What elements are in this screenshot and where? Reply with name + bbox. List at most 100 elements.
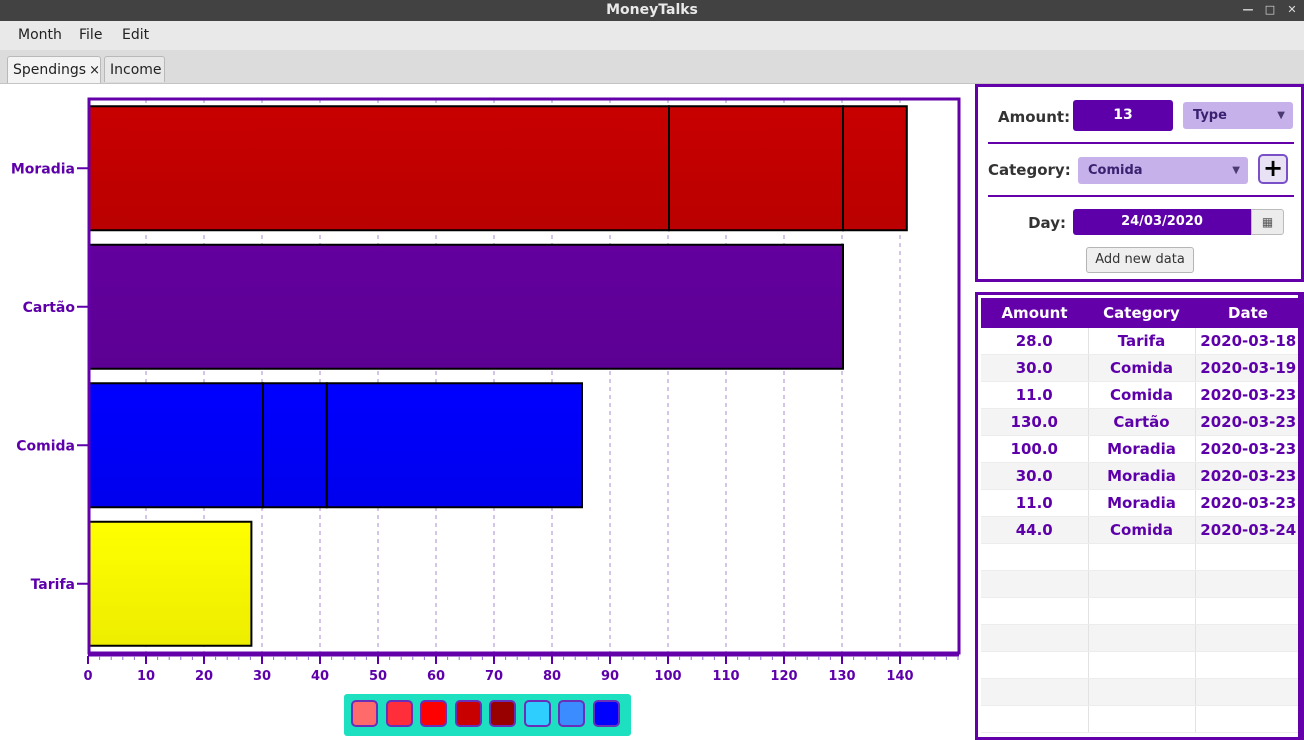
bar-segment[interactable] bbox=[325, 382, 583, 509]
day-input[interactable]: 24/03/2020 bbox=[1073, 209, 1251, 235]
cell-empty bbox=[1195, 651, 1301, 679]
cell-category: Cartão bbox=[1088, 408, 1196, 436]
bar-segment[interactable] bbox=[668, 105, 844, 232]
table-row[interactable]: 100.0 Moradia 2020-03-23 bbox=[981, 435, 1301, 463]
column-header-category[interactable]: Category bbox=[1088, 298, 1195, 328]
table-scrollbar[interactable] bbox=[1298, 295, 1301, 737]
column-header-date[interactable]: Date bbox=[1195, 298, 1301, 328]
maximize-icon[interactable]: □ bbox=[1260, 0, 1280, 21]
table-row[interactable]: 30.0 Comida 2020-03-19 bbox=[981, 354, 1301, 382]
cell-empty bbox=[981, 543, 1089, 571]
cell-category: Tarifa bbox=[1088, 328, 1196, 355]
cell-amount: 28.0 bbox=[981, 328, 1089, 355]
table-row-empty bbox=[981, 597, 1301, 625]
cell-empty bbox=[1088, 651, 1196, 679]
cell-date: 2020-03-24 bbox=[1195, 516, 1301, 544]
cell-category: Moradia bbox=[1088, 462, 1196, 490]
form-divider bbox=[988, 195, 1294, 197]
cell-empty bbox=[1088, 570, 1196, 598]
x-tick-label: 70 bbox=[485, 669, 503, 684]
table-row-empty bbox=[981, 705, 1301, 733]
table-row-empty bbox=[981, 624, 1301, 652]
color-swatch[interactable] bbox=[385, 700, 413, 727]
x-tick-label: 130 bbox=[828, 669, 855, 684]
close-icon[interactable]: ✕ bbox=[1282, 0, 1302, 21]
color-swatch[interactable] bbox=[558, 700, 585, 727]
table-row-empty bbox=[981, 651, 1301, 679]
x-tick-label: 110 bbox=[712, 669, 739, 684]
data-table: Amount Category Date 28.0 Tarifa 2020-03-1… bbox=[981, 298, 1301, 733]
color-swatch[interactable] bbox=[523, 700, 551, 727]
cell-category: Comida bbox=[1088, 354, 1196, 382]
table-row[interactable]: 44.0 Comida 2020-03-24 bbox=[981, 516, 1301, 544]
color-swatch[interactable] bbox=[420, 700, 447, 727]
table-row[interactable]: 11.0 Comida 2020-03-23 bbox=[981, 381, 1301, 409]
bar-segment[interactable] bbox=[88, 105, 670, 232]
x-tick-label: 10 bbox=[137, 669, 155, 684]
amount-input[interactable]: 13 bbox=[1073, 100, 1173, 131]
x-tick-label: 90 bbox=[601, 669, 619, 684]
cell-empty bbox=[1195, 678, 1301, 706]
data-table-panel: Amount Category Date 28.0 Tarifa 2020-03-1… bbox=[975, 292, 1304, 740]
x-tick-label: 50 bbox=[369, 669, 387, 684]
window-title: MoneyTalks bbox=[606, 2, 698, 18]
cell-empty bbox=[1088, 543, 1196, 571]
table-row[interactable]: 30.0 Moradia 2020-03-23 bbox=[981, 462, 1301, 490]
menu-bar: Month File Edit bbox=[0, 21, 1304, 51]
color-palette bbox=[344, 694, 631, 736]
bar-segment[interactable] bbox=[88, 243, 844, 370]
cell-amount: 11.0 bbox=[981, 381, 1089, 409]
bar-segment[interactable] bbox=[88, 520, 253, 647]
tab-bar: Spendings × Income bbox=[0, 50, 1304, 84]
color-swatch[interactable] bbox=[454, 700, 482, 727]
tab-spendings-label: Spendings bbox=[13, 62, 87, 78]
table-row[interactable]: 11.0 Moradia 2020-03-23 bbox=[981, 489, 1301, 517]
add-new-data-button[interactable]: Add new data bbox=[1086, 247, 1194, 273]
x-tick-label: 80 bbox=[543, 669, 561, 684]
table-row-empty bbox=[981, 678, 1301, 706]
calendar-icon: ▦ bbox=[1261, 215, 1274, 229]
form-divider bbox=[988, 142, 1294, 144]
chevron-down-icon: ▼ bbox=[1277, 110, 1285, 121]
amount-label: Amount: bbox=[998, 108, 1071, 126]
window-titlebar: MoneyTalks — □ ✕ bbox=[0, 0, 1304, 21]
cell-category: Moradia bbox=[1088, 435, 1196, 463]
cell-amount: 130.0 bbox=[981, 408, 1089, 436]
color-swatch[interactable] bbox=[351, 700, 378, 727]
menu-month[interactable]: Month bbox=[18, 21, 62, 50]
cell-date: 2020-03-19 bbox=[1195, 354, 1301, 382]
calendar-button[interactable]: ▦ bbox=[1251, 209, 1284, 235]
tab-income[interactable]: Income bbox=[104, 56, 165, 82]
color-swatch[interactable] bbox=[489, 700, 516, 727]
y-tick-label: Cartão bbox=[23, 300, 76, 316]
table-row[interactable]: 130.0 Cartão 2020-03-23 bbox=[981, 408, 1301, 436]
bar-segment[interactable] bbox=[88, 382, 264, 509]
cell-date: 2020-03-23 bbox=[1195, 435, 1301, 463]
category-select[interactable]: Comida ▼ bbox=[1078, 157, 1248, 184]
tab-close-icon[interactable]: × bbox=[89, 63, 100, 78]
type-select[interactable]: Type ▼ bbox=[1183, 102, 1293, 129]
x-tick-label: 0 bbox=[83, 669, 92, 684]
y-tick-label: Comida bbox=[16, 438, 75, 454]
menu-file[interactable]: File bbox=[79, 21, 102, 50]
tab-spendings[interactable]: Spendings × bbox=[7, 56, 101, 83]
cell-empty bbox=[1195, 543, 1301, 571]
cell-empty bbox=[1195, 705, 1301, 733]
bar-segment[interactable] bbox=[842, 105, 908, 232]
column-header-amount[interactable]: Amount bbox=[981, 298, 1088, 328]
cell-amount: 30.0 bbox=[981, 462, 1089, 490]
minimize-icon[interactable]: — bbox=[1238, 0, 1258, 21]
color-swatch[interactable] bbox=[592, 700, 620, 727]
x-tick-label: 120 bbox=[770, 669, 797, 684]
cell-empty bbox=[981, 597, 1089, 625]
menu-edit[interactable]: Edit bbox=[122, 21, 149, 50]
table-header-row: Amount Category Date bbox=[981, 298, 1301, 328]
bar-segment[interactable] bbox=[262, 382, 328, 509]
plus-icon: + bbox=[1262, 154, 1284, 182]
cell-date: 2020-03-23 bbox=[1195, 381, 1301, 409]
table-row[interactable]: 28.0 Tarifa 2020-03-18 bbox=[981, 328, 1301, 355]
chevron-down-icon: ▼ bbox=[1232, 165, 1240, 176]
cell-empty bbox=[1088, 624, 1196, 652]
add-category-button[interactable]: + bbox=[1258, 154, 1288, 184]
x-tick-label: 20 bbox=[195, 669, 213, 684]
